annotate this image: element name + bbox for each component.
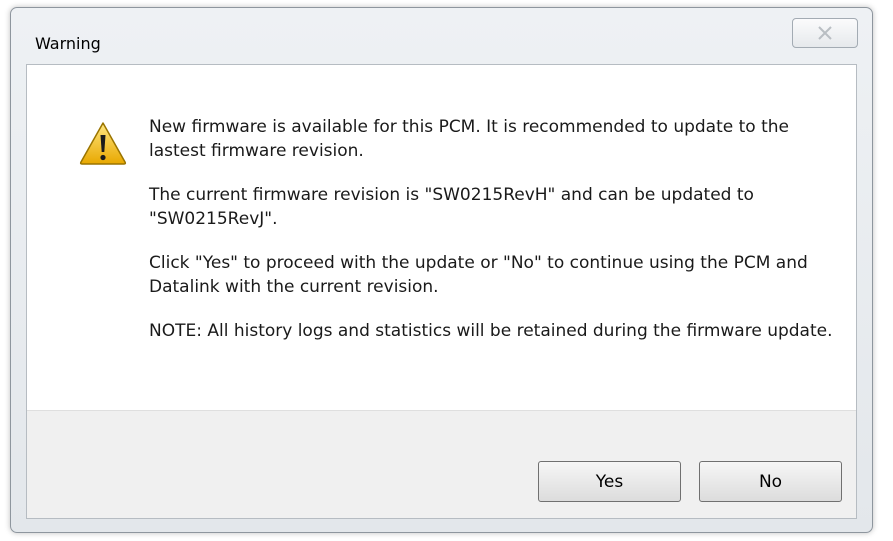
- dialog-content: New firmware is available for this PCM. …: [26, 64, 857, 519]
- warning-triangle-icon: [79, 122, 127, 165]
- no-button[interactable]: No: [699, 461, 842, 502]
- close-icon: [818, 26, 832, 40]
- message-paragraph-note: NOTE: All history logs and statistics wi…: [149, 321, 833, 341]
- message-paragraph-current-revision: The current firmware revision is "SW0215…: [149, 185, 754, 229]
- yes-button[interactable]: Yes: [538, 461, 681, 502]
- message-paragraph-new-firmware: New firmware is available for this PCM. …: [149, 117, 789, 161]
- button-bar: Yes No: [27, 410, 856, 518]
- warning-dialog: Warning New firmware is available for th…: [10, 7, 873, 533]
- title-bar[interactable]: Warning: [11, 8, 872, 64]
- close-button[interactable]: [792, 18, 858, 48]
- message-body: New firmware is available for this PCM. …: [149, 115, 839, 363]
- message-paragraph-instructions: Click "Yes" to proceed with the update o…: [149, 253, 808, 297]
- dialog-title: Warning: [35, 34, 101, 53]
